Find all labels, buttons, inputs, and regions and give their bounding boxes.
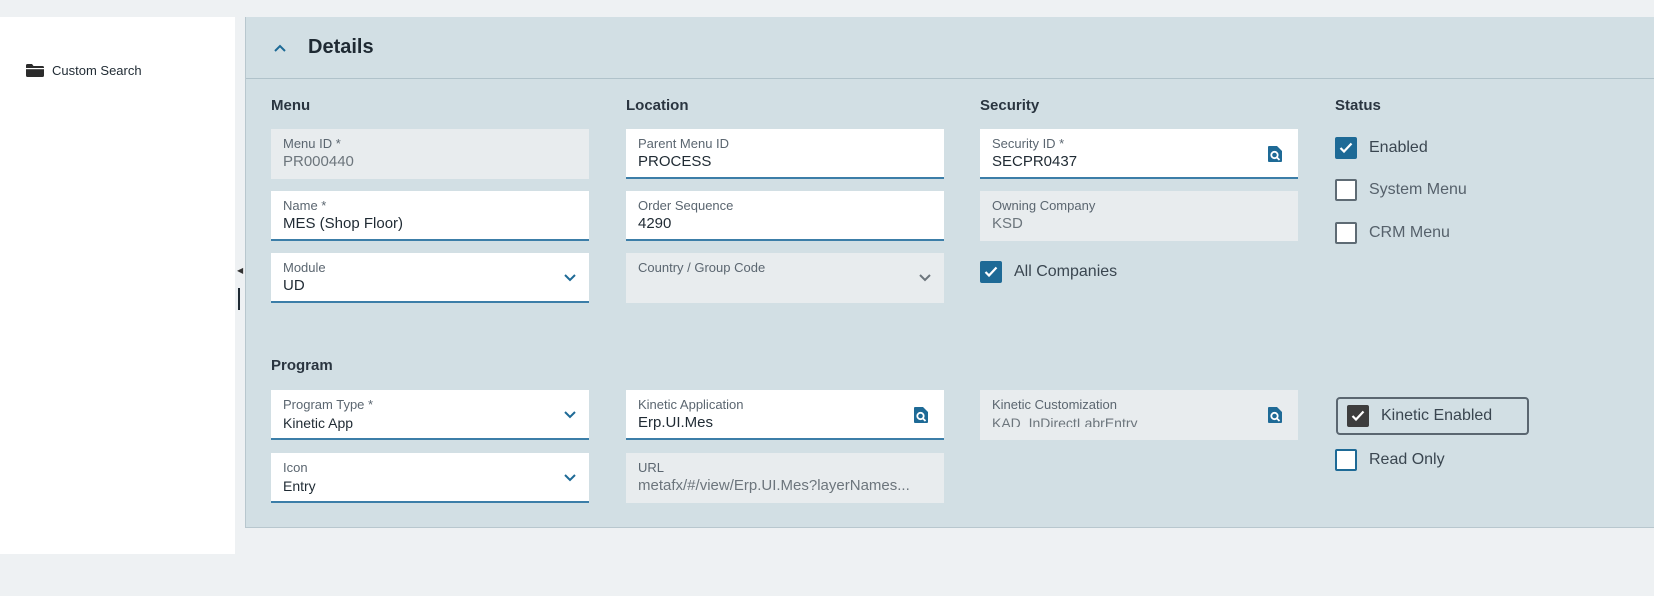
- name-value[interactable]: MES (Shop Floor): [283, 214, 577, 234]
- security-id-field[interactable]: Security ID * SECPR0437: [980, 129, 1298, 179]
- url-field: URL metafx/#/view/Erp.UI.Mes?layerNames.…: [626, 453, 944, 503]
- security-id-label: Security ID *: [992, 136, 1065, 151]
- kinetic-customization-clip: KAD_InDirectLabrEntry: [992, 413, 1286, 427]
- module-label: Module: [283, 260, 326, 275]
- kinetic-application-label: Kinetic Application: [638, 397, 744, 412]
- details-panel-header[interactable]: Details: [246, 17, 1654, 79]
- icon-value: Entry: [283, 478, 316, 494]
- chevron-up-icon[interactable]: [272, 40, 288, 56]
- parent-menu-id-label: Parent Menu ID: [638, 136, 730, 151]
- icon-label: Icon: [283, 460, 308, 475]
- crm-menu-checkbox[interactable]: CRM Menu: [1335, 222, 1450, 244]
- chevron-down-icon[interactable]: [563, 410, 577, 420]
- url-value: metafx/#/view/Erp.UI.Mes?layerNames...: [638, 477, 910, 494]
- search-lookup-icon[interactable]: [1266, 145, 1284, 163]
- menu-id-value: PR000440: [283, 153, 354, 170]
- order-sequence-value[interactable]: 4290: [638, 214, 932, 234]
- kinetic-enabled-label: Kinetic Enabled: [1381, 407, 1493, 424]
- checkbox-unchecked[interactable]: [1335, 449, 1357, 471]
- parent-menu-id-field[interactable]: Parent Menu ID PROCESS: [626, 129, 944, 179]
- program-type-value: Kinetic App: [283, 415, 354, 431]
- checkmark-icon: [984, 266, 998, 278]
- security-id-value[interactable]: SECPR0437: [992, 152, 1286, 172]
- checkbox-checked[interactable]: [1335, 137, 1357, 159]
- icon-dropdown[interactable]: Icon Entry: [271, 453, 589, 503]
- read-only-checkbox[interactable]: Read Only: [1335, 449, 1445, 471]
- name-label: Name *: [283, 198, 327, 213]
- chevron-down-icon[interactable]: [563, 473, 577, 483]
- checkbox-unchecked[interactable]: [1335, 179, 1357, 201]
- section-label-security: Security: [980, 97, 1040, 114]
- all-companies-checkbox[interactable]: All Companies: [980, 261, 1117, 283]
- crm-menu-label: CRM Menu: [1369, 224, 1450, 241]
- system-menu-label: System Menu: [1369, 181, 1467, 198]
- module-value: UD: [283, 277, 305, 294]
- kinetic-customization-field: Kinetic Customization KAD_InDirectLabrEn…: [980, 390, 1298, 440]
- panel-title: Details: [308, 36, 374, 58]
- program-type-label: Program Type *: [283, 397, 374, 412]
- url-label: URL: [638, 460, 665, 475]
- module-dropdown[interactable]: Module UD: [271, 253, 589, 303]
- enabled-checkbox[interactable]: Enabled: [1335, 137, 1428, 159]
- checkbox-checked[interactable]: [980, 261, 1002, 283]
- menu-id-field: Menu ID * PR000440: [271, 129, 589, 179]
- program-type-dropdown[interactable]: Program Type * Kinetic App: [271, 390, 589, 440]
- chevron-down-icon: [919, 274, 931, 282]
- search-lookup-icon[interactable]: [1266, 406, 1284, 424]
- section-label-menu: Menu: [271, 97, 311, 114]
- order-sequence-label: Order Sequence: [638, 198, 734, 213]
- sidebar-item-custom-search[interactable]: Custom Search: [26, 63, 142, 78]
- kinetic-application-field[interactable]: Kinetic Application Erp.UI.Mes: [626, 390, 944, 440]
- sidebar: Custom Search: [0, 17, 235, 554]
- chevron-down-icon[interactable]: [563, 273, 577, 283]
- checkbox-checked[interactable]: [1347, 405, 1369, 427]
- sidebar-item-label: Custom Search: [52, 63, 142, 78]
- kinetic-customization-value: KAD_InDirectLabrEntry: [992, 415, 1138, 427]
- system-menu-checkbox[interactable]: System Menu: [1335, 179, 1467, 201]
- country-group-code-label: Country / Group Code: [638, 260, 766, 275]
- owning-company-field: Owning Company KSD: [980, 191, 1298, 241]
- collapse-arrow-icon: ◀: [237, 266, 244, 275]
- country-group-code-dropdown: Country / Group Code: [626, 253, 944, 303]
- parent-menu-id-value[interactable]: PROCESS: [638, 152, 932, 172]
- read-only-label: Read Only: [1369, 451, 1445, 468]
- checkbox-unchecked[interactable]: [1335, 222, 1357, 244]
- section-label-location: Location: [626, 97, 689, 114]
- checkmark-icon: [1351, 410, 1365, 422]
- search-lookup-icon[interactable]: [912, 406, 930, 424]
- menu-id-label: Menu ID *: [283, 136, 341, 151]
- owning-company-value: KSD: [992, 215, 1023, 232]
- kinetic-application-value[interactable]: Erp.UI.Mes: [638, 413, 932, 433]
- all-companies-label: All Companies: [1014, 263, 1118, 280]
- section-label-status: Status: [1335, 97, 1381, 114]
- checkmark-icon: [1339, 142, 1353, 154]
- kinetic-enabled-checkbox[interactable]: Kinetic Enabled: [1336, 397, 1529, 435]
- kinetic-customization-label: Kinetic Customization: [992, 397, 1117, 412]
- enabled-label: Enabled: [1369, 139, 1428, 156]
- folder-icon: [26, 64, 44, 77]
- order-sequence-field[interactable]: Order Sequence 4290: [626, 191, 944, 241]
- section-label-program: Program: [271, 357, 333, 374]
- owning-company-label: Owning Company: [992, 198, 1096, 213]
- resize-bar[interactable]: [238, 288, 240, 310]
- name-field[interactable]: Name * MES (Shop Floor): [271, 191, 589, 241]
